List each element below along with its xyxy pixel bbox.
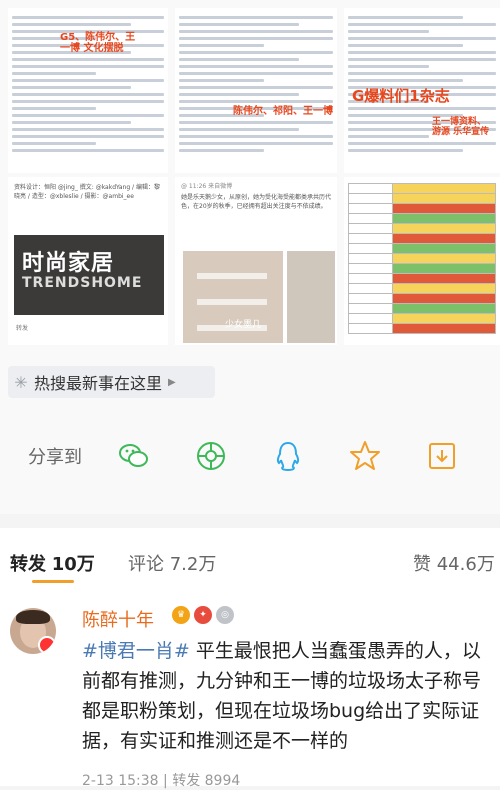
username[interactable]: 陈醉十年 (82, 606, 154, 632)
embedded-post-text: 她是乐天鹅少女，从原创，她为受化海受能都类承共历代色，在20岁的秋季，已经拥有超… (181, 194, 332, 210)
active-tab-indicator (32, 580, 74, 583)
schedule-table (347, 183, 496, 334)
image-thumb-4[interactable]: 资料设计：恒阳 @jing_ 撰文: @kakdYang / 编辑：黎晓亮 / … (8, 177, 168, 345)
magazine-credits: 资料设计：恒阳 @jing_ 撰文: @kakdYang / 编辑：黎晓亮 / … (14, 184, 160, 200)
repost-text: #博君一肖# 平生最恨把人当蠢蛋愚弄的人，以前都有推测，九分钟和王一博的垃圾场太… (82, 636, 494, 756)
handwritten-note: 陈伟尔、祁阳、王一博 (233, 106, 333, 117)
handwritten-note: G爆料们1杂志 (352, 87, 450, 105)
cover-subtitle: TRENDSHOME (22, 275, 143, 291)
repost-count[interactable]: 转发 8994 (172, 773, 240, 789)
tab-comment-count: 7.2万 (169, 554, 217, 575)
moments-icon[interactable] (192, 436, 230, 476)
cover-title: 时尚家居 (22, 251, 115, 276)
interaction-tabs: 转发 10万 评论 7.2万 赞 44.6万 (0, 528, 500, 588)
tab-comment[interactable]: 评论 7.2万 (128, 550, 216, 576)
image-thumb-1[interactable]: G5、陈伟尔、王一博 文化摆脱 (8, 8, 168, 173)
repost-item: 陈醉十年 ♛ ✦ ◎ #博君一肖# 平生最恨把人当蠢蛋愚弄的人，以前都有推测，九… (0, 588, 500, 789)
avatar[interactable] (10, 608, 56, 654)
tab-comment-label: 评论 (128, 554, 164, 575)
embedded-post-header: @ 11:26 来自微博 (181, 183, 233, 190)
repost-time: 2-13 15:38 (82, 773, 159, 789)
photo-caption: 少女墨几 (225, 320, 262, 330)
favorite-star-icon[interactable] (346, 436, 384, 476)
verified-icon (38, 636, 56, 654)
level-badge-icon: ◎ (216, 606, 234, 624)
hot-search-icon: ✳ (14, 372, 28, 392)
hot-search-label: 热搜最新事在这里 (34, 374, 163, 393)
tab-like[interactable]: 赞 44.6万 (413, 550, 495, 576)
tab-repost-label: 转发 (10, 554, 46, 575)
user-badges: ♛ ✦ ◎ (172, 606, 234, 624)
wechat-icon[interactable] (115, 436, 153, 476)
tab-repost[interactable]: 转发 10万 (10, 550, 95, 576)
post-card: G5、陈伟尔、王一博 文化摆脱 陈伟尔、祁阳、王一博 G爆料们1杂志 王一博资料… (0, 0, 500, 514)
chevron-right-icon: ▶ (168, 376, 176, 388)
repost-meta: 2-13 15:38 | 转发 8994 (82, 773, 241, 789)
repost-label: 转发 (16, 325, 29, 332)
handwritten-note: 王一博资料、游源 乐华宣传 (432, 117, 490, 137)
hashtag-link[interactable]: #博君一肖# (82, 640, 190, 662)
tab-like-label: 赞 (413, 554, 431, 575)
tab-repost-count: 10万 (51, 554, 95, 575)
magazine-cover: 时尚家居 TRENDSHOME (14, 235, 164, 315)
image-thumb-2[interactable]: 陈伟尔、祁阳、王一博 (175, 8, 337, 173)
room-photo-2 (287, 251, 335, 343)
handwritten-note: G5、陈伟尔、王一博 文化摆脱 (60, 32, 136, 54)
qq-icon[interactable] (269, 436, 307, 476)
image-thumb-6[interactable] (344, 177, 500, 345)
share-label: 分享到 (28, 447, 82, 468)
vip-crown-icon: ♛ (172, 606, 190, 624)
tab-like-count: 44.6万 (436, 554, 495, 575)
image-thumb-5[interactable]: @ 11:26 来自微博 她是乐天鹅少女，从原创，她为受化海受能都类承共历代色，… (175, 177, 337, 345)
medal-icon: ✦ (194, 606, 212, 624)
hot-search-entry[interactable]: ✳ 热搜最新事在这里 ▶ (8, 366, 215, 398)
image-thumb-3[interactable]: G爆料们1杂志 王一博资料、游源 乐华宣传 (344, 8, 500, 173)
share-bar: 分享到 (0, 426, 500, 486)
save-image-icon[interactable] (423, 436, 461, 476)
